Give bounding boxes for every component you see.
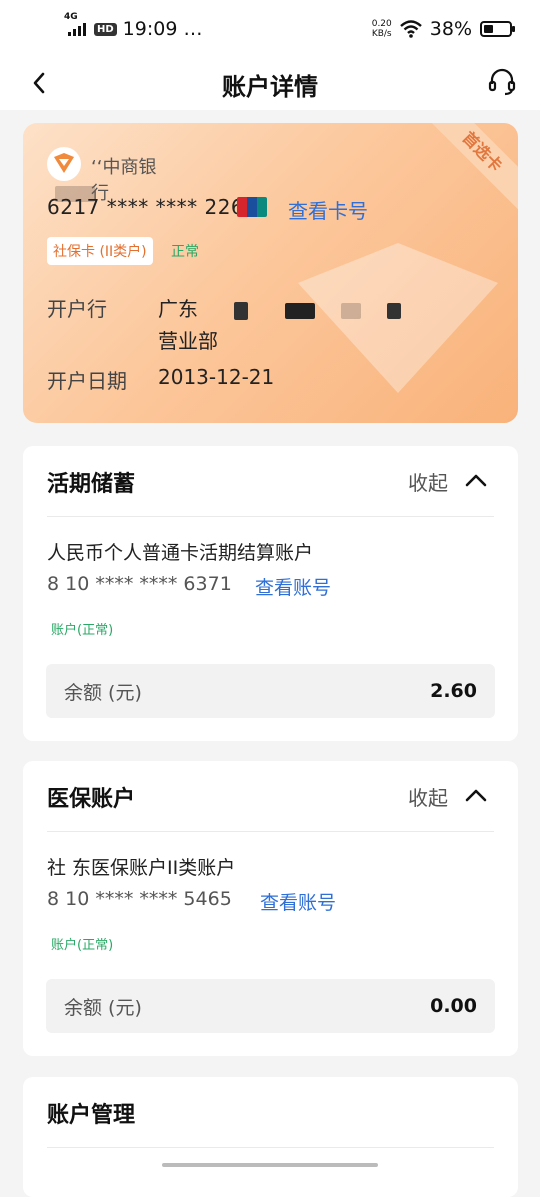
branch-value-line2: 营业部 [158, 329, 218, 353]
medical-collapse-button[interactable]: 收起 [408, 782, 448, 811]
chevron-up-icon[interactable] [462, 468, 490, 492]
chevron-up-icon[interactable] [462, 783, 490, 807]
savings-balance-value: 2.60 [430, 680, 477, 702]
bank-card[interactable]: 首选卡 ‘‘中商银行 6217 **** **** 2261 查看卡号 社保卡 … [23, 123, 518, 423]
open-date-value: 2013-12-21 [158, 365, 275, 389]
savings-account-number: 8 10 **** **** 6371 [47, 573, 232, 595]
card-type-badge: 社保卡 (II类户) [47, 237, 153, 265]
medical-balance-label: 余额 (元) [64, 996, 142, 1019]
medical-title: 医保账户 [47, 787, 136, 812]
branch-value-text: 广东 [158, 297, 198, 321]
battery-icon [480, 21, 515, 37]
unionpay-icon [237, 197, 267, 217]
medical-view-account-link[interactable]: 查看账号 [260, 888, 336, 915]
divider [47, 516, 494, 517]
status-bar: 4G HD 19:09 … 0.20 KB/s 38% [0, 0, 540, 58]
network-speed: 0.20 KB/s [372, 19, 392, 39]
savings-balance-row: 余额 (元) 2.60 [46, 664, 495, 718]
savings-account-name: 人民币个人普通卡活期结算账户 [47, 542, 314, 564]
back-arrow-icon[interactable] [26, 68, 56, 98]
savings-view-account-link[interactable]: 查看账号 [255, 573, 331, 600]
divider [47, 1147, 494, 1148]
battery-percent: 38% [429, 18, 472, 40]
home-indicator[interactable] [162, 1163, 378, 1167]
page-title: 账户详情 [222, 72, 318, 101]
customer-service-headset-icon[interactable] [486, 66, 518, 98]
card-number: 6217 **** **** 2261 [47, 195, 258, 219]
wifi-icon [399, 20, 422, 38]
open-date-label: 开户日期 [47, 369, 127, 393]
speed-value: 0.20 [371, 19, 392, 29]
medical-balance-value: 0.00 [430, 995, 477, 1017]
management-title: 账户管理 [47, 1103, 136, 1128]
medical-account-status: 账户(正常) [51, 938, 114, 953]
speed-unit: KB/s [371, 29, 392, 39]
view-card-number-link[interactable]: 查看卡号 [288, 195, 368, 224]
clock: 19:09 [122, 18, 178, 40]
savings-collapse-button[interactable]: 收起 [408, 467, 448, 496]
branch-value-line1: 广东 [158, 293, 402, 322]
savings-section: 活期储蓄 收起 人民币个人普通卡活期结算账户 8 10 **** **** 63… [23, 446, 518, 741]
card-watermark-logo [298, 243, 498, 393]
savings-balance-label: 余额 (元) [64, 681, 142, 704]
card-status-badge: 正常 [171, 244, 199, 260]
bank-logo-icon [47, 147, 81, 181]
network-type: 4G [64, 12, 78, 22]
signal-icon: 4G [64, 12, 86, 36]
account-management-section[interactable]: 账户管理 [23, 1077, 518, 1197]
medical-account-name: 社 东医保账户II类账户 [47, 857, 236, 879]
savings-account-status: 账户(正常) [51, 623, 114, 638]
medical-account-number: 8 10 **** **** 5465 [47, 888, 232, 910]
medical-balance-row: 余额 (元) 0.00 [46, 979, 495, 1033]
medical-insurance-section: 医保账户 收起 社 东医保账户II类账户 8 10 **** **** 5465… [23, 761, 518, 1056]
branch-label: 开户行 [47, 297, 107, 321]
savings-title: 活期储蓄 [47, 472, 136, 497]
more-notifications-icon: … [183, 18, 203, 40]
divider [47, 831, 494, 832]
nav-bar: 账户详情 [0, 58, 540, 110]
hd-badge: HD [94, 22, 117, 36]
preferred-card-ribbon: 首选卡 [421, 123, 518, 213]
